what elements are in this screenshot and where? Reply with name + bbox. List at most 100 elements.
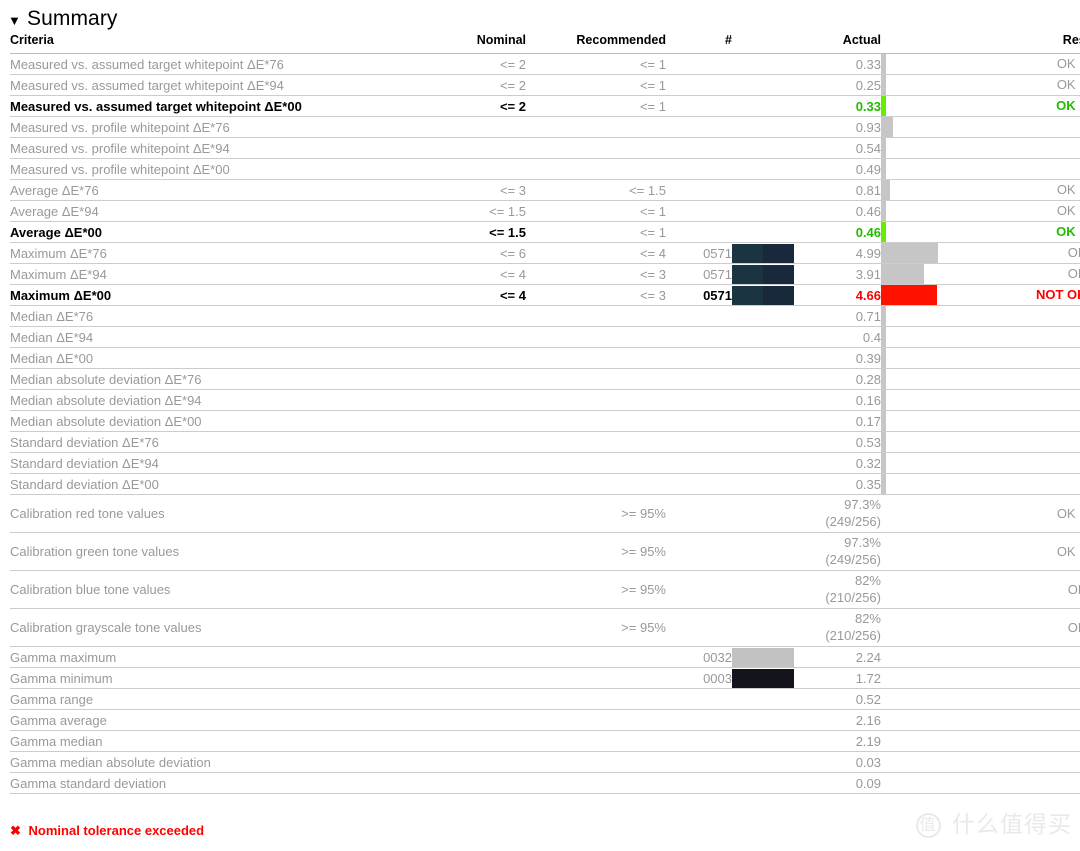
table-row[interactable]: Measured vs. assumed target whitepoint Δ… <box>10 74 1080 96</box>
cell-criteria: Calibration grayscale tone values <box>10 620 202 635</box>
column-header-result[interactable]: Result <box>1001 33 1080 54</box>
cell-criteria: Calibration green tone values <box>10 544 180 559</box>
swatch-half-left <box>732 647 763 667</box>
cross-icon: ✖ <box>10 823 21 838</box>
table-row[interactable]: Measured vs. profile whitepoint ΔE*00 0.4… <box>10 158 1080 180</box>
table-row[interactable]: Calibration green tone values >= 95% 97.3%… <box>10 532 1080 571</box>
cell-result <box>1001 390 1080 411</box>
cell-result <box>1001 668 1080 689</box>
color-swatch <box>732 264 794 284</box>
cell-criteria: Median ΔE*94 <box>10 329 94 345</box>
column-header-criteria[interactable]: Criteria <box>10 33 428 54</box>
cell-actual-value: 3.91 <box>855 266 881 282</box>
table-row[interactable]: Calibration blue tone values >= 95% 82% (21… <box>10 570 1080 609</box>
cell-number <box>666 432 732 453</box>
cell-bar-indicator <box>881 453 1001 474</box>
cell-actual-value: 0.49 <box>855 161 881 177</box>
cell-nominal: <= 4 <box>499 266 526 282</box>
bar-indicator-fill <box>881 453 886 473</box>
cell-bar-indicator <box>881 138 1001 159</box>
table-row[interactable]: Median absolute deviation ΔE*94 0.16 <box>10 389 1080 411</box>
cell-number: 0003 <box>703 670 732 686</box>
cell-criteria: Gamma median absolute deviation <box>10 754 211 770</box>
cell-recommended: >= 95% <box>621 506 666 521</box>
table-row[interactable]: Measured vs. assumed target whitepoint Δ… <box>10 95 1080 117</box>
cell-bar-indicator <box>881 689 1001 710</box>
cell-bar-indicator <box>881 54 1001 75</box>
cell-criteria: Maximum ΔE*76 <box>10 245 107 261</box>
cell-nominal: <= 1.5 <box>489 203 526 219</box>
table-row[interactable]: Average ΔE*00 <= 1.5 <= 1 0.46 OK ✔✔ <box>10 221 1080 243</box>
table-row[interactable]: Gamma average 2.16 <box>10 709 1080 731</box>
table-row[interactable]: Standard deviation ΔE*76 0.53 <box>10 431 1080 453</box>
cell-criteria: Measured vs. assumed target whitepoint Δ… <box>10 98 302 114</box>
cell-bar-indicator <box>881 222 1001 243</box>
table-row[interactable]: Measured vs. profile whitepoint ΔE*76 0.9… <box>10 116 1080 138</box>
column-header-number[interactable]: # <box>666 33 732 54</box>
cell-recommended <box>526 432 666 453</box>
cell-result <box>1001 689 1080 710</box>
table-row[interactable]: Median ΔE*94 0.4 <box>10 326 1080 348</box>
bar-indicator-fill <box>881 180 890 200</box>
summary-report-page: ▼ Summary Criteria Nominal Recommended #… <box>0 0 1080 851</box>
cell-result <box>1001 773 1080 794</box>
summary-section-header[interactable]: ▼ Summary <box>0 0 1080 33</box>
table-row[interactable]: Measured vs. assumed target whitepoint Δ… <box>10 53 1080 75</box>
swatch-half-right <box>763 285 794 305</box>
cell-bar-indicator <box>881 731 1001 752</box>
cell-actual-value: 1.72 <box>855 670 881 686</box>
cell-color-swatch <box>732 180 796 201</box>
table-row[interactable]: Gamma median absolute deviation 0.03 <box>10 751 1080 773</box>
cell-bar-indicator <box>881 533 1001 571</box>
table-row[interactable]: Median absolute deviation ΔE*76 0.28 <box>10 368 1080 390</box>
column-header-nominal[interactable]: Nominal <box>428 33 526 54</box>
table-row[interactable]: Median ΔE*76 0.71 <box>10 305 1080 327</box>
watermark-logo-icon: 值 <box>915 813 941 838</box>
cell-recommended <box>526 773 666 794</box>
table-row[interactable]: Calibration red tone values >= 95% 97.3% (2… <box>10 494 1080 533</box>
cell-actual-value: 0.16 <box>855 392 881 408</box>
cell-actual-value: 0.28 <box>855 371 881 387</box>
cell-result: OK ✔✔ <box>1056 203 1080 218</box>
table-row[interactable]: Measured vs. profile whitepoint ΔE*94 0.5… <box>10 137 1080 159</box>
cell-color-swatch <box>732 264 796 285</box>
table-row[interactable]: Maximum ΔE*00 <= 4 <= 3 0571 4.66 NOT OK ✖ <box>10 284 1080 306</box>
cell-bar-indicator <box>881 243 1001 264</box>
bar-indicator-fill <box>881 159 886 179</box>
table-row[interactable]: Average ΔE*76 <= 3 <= 1.5 0.81 OK ✔✔ <box>10 179 1080 201</box>
cell-bar-indicator <box>881 75 1001 96</box>
cell-color-swatch <box>732 533 796 571</box>
table-row[interactable]: Average ΔE*94 <= 1.5 <= 1 0.46 OK ✔✔ <box>10 200 1080 222</box>
table-row[interactable]: Median ΔE*00 0.39 <box>10 347 1080 369</box>
bar-indicator-fill <box>881 411 886 431</box>
table-row[interactable]: Maximum ΔE*94 <= 4 <= 3 0571 3.91 OK ✔ <box>10 263 1080 285</box>
table-row[interactable]: Standard deviation ΔE*94 0.32 <box>10 452 1080 474</box>
cell-criteria: Median absolute deviation ΔE*94 <box>10 392 202 408</box>
table-row[interactable]: Gamma maximum 0032 2.24 <box>10 646 1080 668</box>
cell-recommended <box>526 390 666 411</box>
cell-result <box>1001 474 1080 495</box>
column-header-recommended[interactable]: Recommended <box>526 33 666 54</box>
cell-result <box>1001 306 1080 327</box>
cell-bar-indicator <box>881 264 1001 285</box>
table-row[interactable]: Standard deviation ΔE*00 0.35 <box>10 473 1080 495</box>
table-row[interactable]: Gamma minimum 0003 1.72 <box>10 667 1080 689</box>
cell-number <box>666 474 732 495</box>
cell-bar-indicator <box>881 668 1001 689</box>
table-row[interactable]: Gamma median 2.19 <box>10 730 1080 752</box>
collapse-triangle-icon[interactable]: ▼ <box>8 14 21 27</box>
table-row[interactable]: Gamma standard deviation 0.09 <box>10 772 1080 794</box>
cell-criteria: Average ΔE*76 <box>10 182 99 198</box>
bar-indicator-fill <box>881 474 886 494</box>
cell-nominal <box>428 495 526 533</box>
table-row[interactable]: Gamma range 0.52 <box>10 688 1080 710</box>
page-title: Summary <box>26 7 118 30</box>
bar-indicator-fill <box>881 222 886 242</box>
table-row[interactable]: Calibration grayscale tone values >= 95% 8… <box>10 608 1080 647</box>
column-header-actual[interactable]: Actual <box>796 33 881 54</box>
cell-criteria: Measured vs. assumed target whitepoint Δ… <box>10 77 284 93</box>
table-row[interactable]: Maximum ΔE*76 <= 6 <= 4 0571 4.99 OK ✔ <box>10 242 1080 264</box>
table-row[interactable]: Median absolute deviation ΔE*00 0.17 <box>10 410 1080 432</box>
cell-color-swatch <box>732 327 796 348</box>
swatch-half-left <box>732 668 763 688</box>
